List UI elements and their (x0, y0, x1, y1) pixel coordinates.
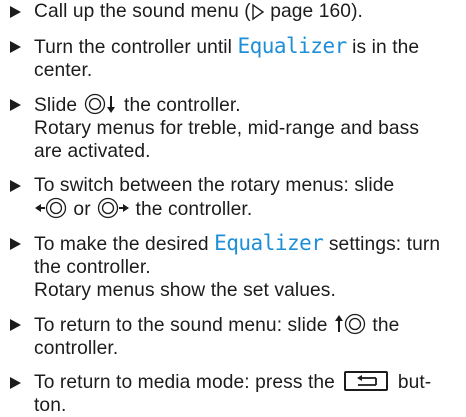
controller-slide-up-icon (333, 313, 367, 335)
controller-slide-down-icon (83, 93, 119, 115)
step-1-text: Call up the sound menu ( (34, 1, 251, 22)
page-reference-icon (251, 3, 265, 21)
step-3: Slide the controller. Rotary menus for t… (0, 93, 460, 163)
controller-slide-right-icon (96, 197, 130, 219)
bullet-arrow-icon (10, 6, 21, 18)
step-2: Turn the controller until Equalizer is i… (0, 35, 460, 82)
bullet-arrow-icon (10, 238, 21, 250)
step-7: To return to media mode: press the but-t… (0, 371, 460, 417)
step-6: To return to the sound menu: slide the c… (0, 313, 460, 360)
bullet-arrow-icon (10, 180, 21, 192)
step-5: To make the desired Equalizer settings: … (0, 232, 460, 302)
bullet-arrow-icon (10, 41, 21, 53)
step-4: To switch between the rotary menus: slid… (0, 174, 460, 221)
bullet-arrow-icon (10, 99, 21, 111)
step-1-page-ref: page 160). (270, 1, 363, 22)
back-button-icon (344, 371, 389, 391)
controller-slide-left-icon (34, 197, 68, 219)
step-1: Call up the sound menu ( page 160). (0, 0, 460, 23)
instruction-page: Call up the sound menu ( page 160). Turn… (0, 0, 466, 417)
bullet-arrow-icon (10, 319, 21, 331)
equalizer-display-text: Equalizer (237, 34, 347, 58)
equalizer-display-text: Equalizer (214, 231, 324, 255)
bullet-arrow-icon (10, 377, 21, 389)
